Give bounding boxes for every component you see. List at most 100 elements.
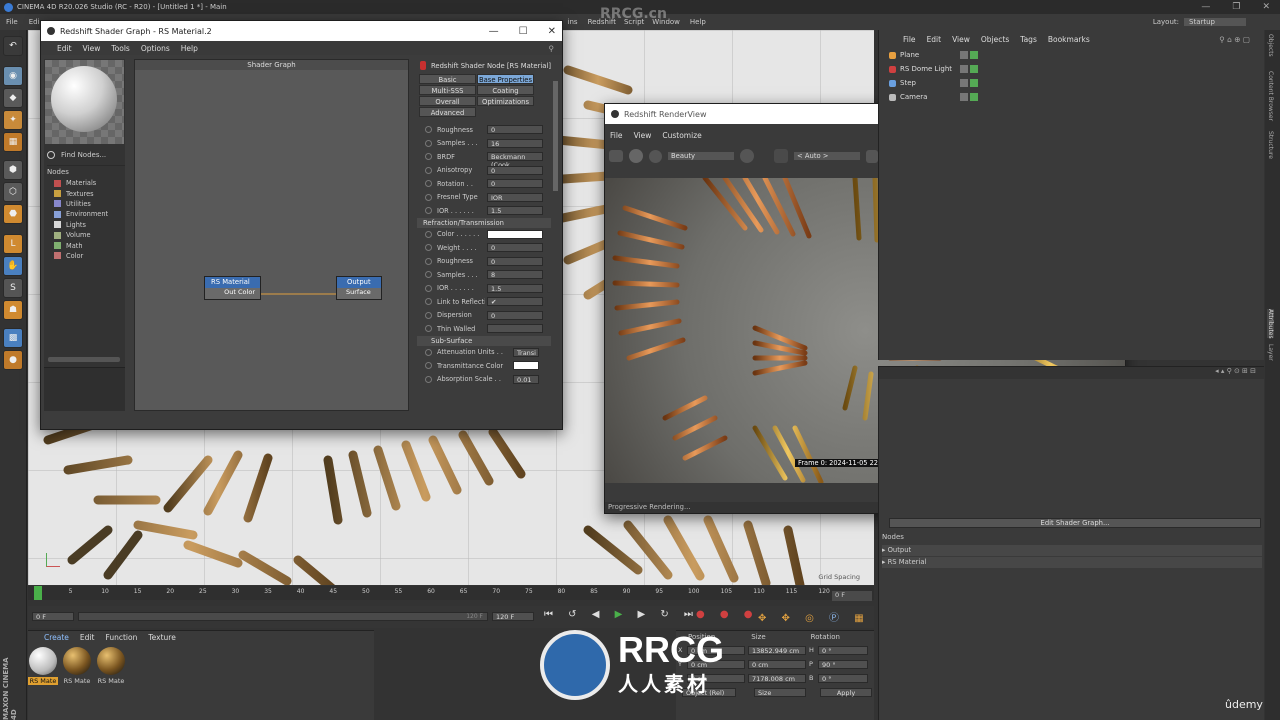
zoom-select[interactable]: < Auto >	[794, 152, 860, 160]
key-controls[interactable]: ✥ ✥ ◎ Ⓟ ▦	[758, 609, 870, 624]
keyframe-dot-icon[interactable]	[425, 193, 432, 201]
rotation-field[interactable]: 90 °	[818, 659, 868, 669]
render-play-icon[interactable]	[629, 149, 643, 163]
menu-help[interactable]: Help	[690, 18, 706, 26]
axis-icon[interactable]: L	[3, 234, 23, 254]
property-value[interactable]: Beckmann (Cook	[487, 152, 543, 169]
keyframe-dot-icon[interactable]	[425, 271, 432, 279]
timeline-right-field[interactable]: 0 F	[832, 591, 872, 601]
node-rs-material[interactable]: RS Material Out Color	[204, 276, 261, 300]
sg-menu-options[interactable]: Options	[141, 44, 170, 53]
property-value[interactable]: 0	[487, 243, 543, 253]
property-tab[interactable]: Base Properties	[477, 74, 534, 84]
node-category-item[interactable]: Utilities	[44, 199, 125, 209]
refraction-section-header[interactable]: Refraction/Transmission	[417, 217, 551, 228]
record-controls[interactable]: ● ● ●	[696, 609, 759, 620]
keyframe-dot-icon[interactable]	[425, 284, 432, 292]
polygons-icon[interactable]: ⬢	[3, 160, 23, 180]
mm-menu-create[interactable]: Create	[44, 633, 69, 642]
visibility-icon[interactable]	[960, 93, 968, 101]
property-tab[interactable]: Advanced	[419, 107, 476, 117]
om-menu-edit[interactable]: Edit	[927, 35, 942, 44]
find-nodes-input[interactable]: Find Nodes...	[61, 151, 106, 159]
points-mode-icon[interactable]: ◆	[3, 88, 23, 108]
property-value[interactable]: 1.5	[487, 206, 543, 216]
size-field[interactable]: 13852.949 cm	[748, 645, 806, 655]
side-tab-structure[interactable]: Structure	[1267, 131, 1274, 159]
keyframe-dot-icon[interactable]	[425, 311, 432, 319]
node-category-item[interactable]: Math	[44, 240, 125, 250]
tweak-icon[interactable]: ✋	[3, 256, 23, 276]
faces-icon[interactable]: ⬣	[3, 204, 23, 224]
node-category-item[interactable]: Materials	[44, 178, 125, 188]
node-rs-material-port[interactable]: Out Color	[205, 288, 260, 296]
property-tab[interactable]: Optimizations	[477, 96, 534, 106]
size-field[interactable]: 7178.008 cm	[748, 673, 806, 683]
om-search-icon[interactable]: ⚲ ⌂ ⊕ ▢	[1219, 35, 1250, 44]
enabled-check-icon[interactable]	[970, 79, 978, 87]
property-value[interactable]: 1.5	[487, 283, 543, 293]
material-swatch[interactable]: RS Mate	[28, 647, 58, 685]
property-value[interactable]: 0	[487, 125, 543, 135]
graph-canvas[interactable]: Shader Graph RS Material Out Color Outpu…	[134, 59, 409, 411]
material-swatch[interactable]: RS Mate	[62, 647, 92, 685]
rotation-field[interactable]: 0 °	[818, 645, 868, 655]
search-icon[interactable]: ⚲	[549, 44, 555, 53]
range-slider[interactable]: 120 F	[78, 612, 488, 621]
visibility-icon[interactable]	[960, 51, 968, 59]
om-menu-objects[interactable]: Objects	[981, 35, 1009, 44]
coord-size-select[interactable]: Size	[754, 688, 806, 697]
size-field[interactable]: 0 cm	[748, 659, 806, 669]
menu-file[interactable]: File	[6, 18, 18, 26]
object-row[interactable]: Step	[889, 76, 1264, 90]
property-value[interactable]: IOR	[487, 192, 543, 202]
property-value[interactable]: 8	[487, 270, 543, 280]
rotation-field[interactable]: 0 °	[818, 673, 868, 683]
film-icon[interactable]	[609, 150, 623, 162]
layout-select[interactable]: Startup	[1184, 18, 1246, 26]
property-value[interactable]: 0	[487, 179, 543, 189]
shader-graph-controls[interactable]: — ☐ ✕	[489, 26, 556, 37]
enabled-check-icon[interactable]	[970, 93, 978, 101]
node-category-item[interactable]: Color	[44, 251, 125, 261]
coord-apply-button[interactable]: Apply	[820, 688, 872, 697]
property-value[interactable]	[513, 361, 539, 371]
enabled-check-icon[interactable]	[970, 51, 978, 59]
lock-icon[interactable]: ☗	[3, 300, 23, 320]
object-row[interactable]: Camera	[889, 90, 1264, 104]
om-menu-bookmarks[interactable]: Bookmarks	[1048, 35, 1090, 44]
sg-menu-tools[interactable]: Tools	[111, 44, 129, 53]
node-category-item[interactable]: Environment	[44, 209, 125, 219]
model-mode-icon[interactable]: ◉	[3, 66, 23, 86]
keyframe-dot-icon[interactable]	[425, 207, 432, 215]
grid-icon[interactable]: ▩	[3, 328, 23, 348]
attr-node-rs-material[interactable]: ▸ RS Material	[882, 557, 1262, 568]
keyframe-dot-icon[interactable]	[425, 166, 432, 174]
keyframe-dot-icon[interactable]	[425, 298, 432, 306]
side-tab-attributes[interactable]: Attributes	[1267, 308, 1274, 339]
window-controls[interactable]: — ❐ ✕	[1201, 2, 1270, 12]
side-tab-objects[interactable]: Objects	[1267, 34, 1274, 57]
side-tab-layer[interactable]: Layer	[1267, 344, 1274, 361]
node-category-item[interactable]: Textures	[44, 188, 125, 198]
visibility-icon[interactable]	[960, 79, 968, 87]
mm-menu-texture[interactable]: Texture	[148, 633, 175, 642]
property-value[interactable]: 0.01	[513, 374, 539, 384]
property-value[interactable]: Transi	[513, 347, 539, 357]
texture-mode-icon[interactable]: ✦	[3, 110, 23, 130]
keyframe-dot-icon[interactable]	[425, 153, 432, 161]
keyframe-dot-icon[interactable]	[425, 257, 432, 265]
property-value[interactable]: ✔	[487, 297, 543, 307]
keyframe-dot-icon[interactable]	[425, 362, 432, 370]
node-output-port[interactable]: Surface	[337, 288, 381, 296]
menu-edit[interactable]: Edi	[29, 18, 40, 26]
property-tab[interactable]: Coating	[477, 85, 534, 95]
property-tab[interactable]: Multi-SSS	[419, 85, 476, 95]
property-value[interactable]	[487, 324, 543, 334]
node-browser-scrollbar[interactable]	[48, 357, 120, 362]
keyframe-dot-icon[interactable]	[425, 325, 432, 333]
keyframe-dot-icon[interactable]	[425, 244, 432, 252]
rv-menu-file[interactable]: File	[610, 131, 623, 140]
keyframe-dot-icon[interactable]	[425, 126, 432, 134]
property-value[interactable]: 0	[487, 310, 543, 320]
